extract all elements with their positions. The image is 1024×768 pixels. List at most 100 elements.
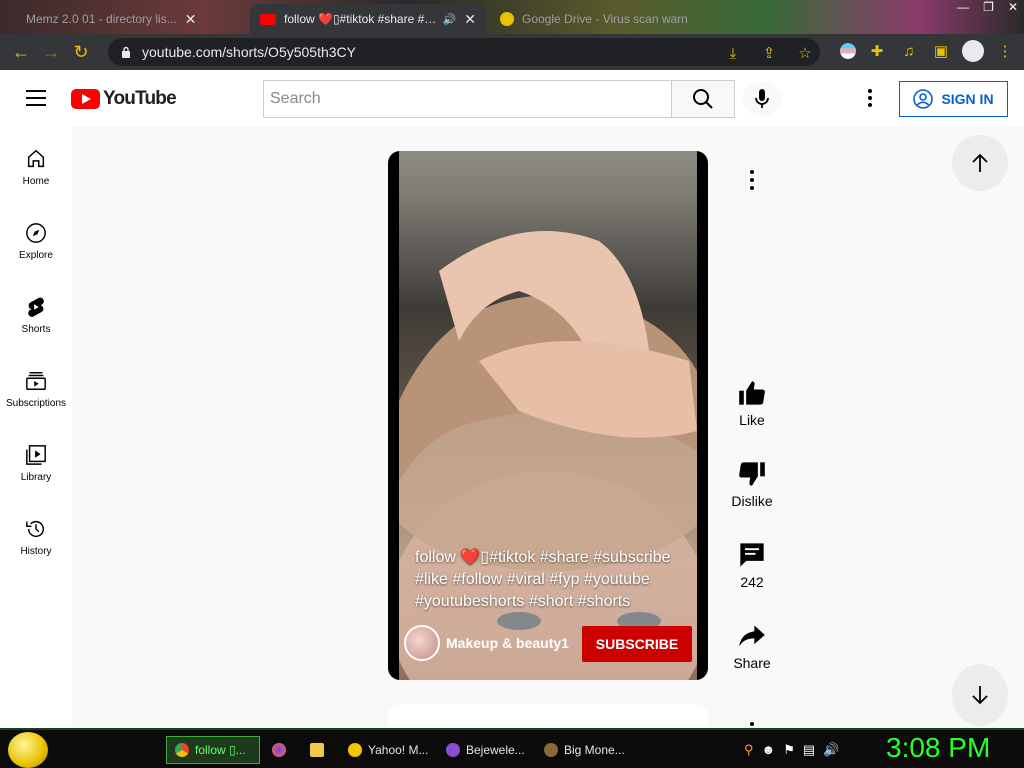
more-options-icon[interactable] [860,87,880,109]
taskbar-button[interactable]: Yahoo! M... [340,736,432,764]
hamburger-menu-icon[interactable] [26,90,46,106]
next-short-button[interactable] [952,664,1008,726]
search-button[interactable] [671,80,735,118]
taskbar-label: Yahoo! M... [368,743,429,757]
home-icon [27,149,45,168]
volume-icon[interactable]: 🔊 [823,742,839,758]
taskbar-clock[interactable]: 3:08 PM [886,732,990,764]
extension-icons: ✚ ♫ ▣ ⋮ [840,40,1016,62]
shorts-icon [28,297,44,317]
side-panel-icon[interactable]: ▣ [930,40,952,62]
forward-arrow-icon[interactable]: → [36,37,66,67]
comments-count: 242 [740,574,764,590]
channel-avatar[interactable] [404,625,440,661]
share-page-icon[interactable]: ⇪ [758,42,780,64]
thumbs-down-icon [739,462,765,486]
guide-item-shorts[interactable]: Shorts [0,280,72,354]
bejeweled-icon [446,743,460,757]
youtube-header: YouTube SIGN IN [0,70,1024,126]
start-smiley-icon[interactable] [8,732,48,768]
subscriptions-icon [26,372,46,390]
chrome-icon [175,743,189,757]
browser-menu-icon[interactable]: ⋮ [994,40,1016,62]
avatar[interactable] [962,40,984,62]
search-input[interactable] [270,90,671,108]
close-window-icon[interactable]: ✕ [1008,0,1018,14]
video-more-options-icon[interactable] [742,170,762,190]
youtube-play-icon [71,89,100,109]
close-tab-icon[interactable]: ✕ [464,11,476,28]
share-arrow-icon [739,625,765,647]
guide-item-history[interactable]: History [0,502,72,576]
channel-name[interactable]: Makeup & beauty1 [446,635,569,651]
reload-icon[interactable]: ↻ [66,37,96,67]
thumbs-up-icon [739,381,765,405]
youtube-favicon-icon [260,13,276,25]
youtube-logo[interactable]: YouTube [71,88,177,110]
account-circle-icon [913,89,934,109]
logo-wordmark: YouTube [103,88,177,109]
yahoo-messenger-icon [348,743,362,757]
video-frame[interactable]: follow ❤️▯#tiktok #share #subscribe #lik… [399,151,697,680]
browser-tab[interactable]: Memz 2.0 01 - directory lis... ✕ [16,4,248,34]
taskbar-label: Bejewele... [466,743,525,757]
share-button[interactable]: Share [726,623,778,671]
browser-toolbar: ← → ↻ youtube.com/shorts/O5y505th3CY ⤓ ⇪… [0,34,1024,70]
dislike-button[interactable]: Dislike [726,461,778,509]
extensions-puzzle-icon[interactable]: ✚ [866,40,888,62]
voice-search-button[interactable] [742,82,782,116]
install-app-icon[interactable]: ⤓ [722,42,744,64]
guide-label: Subscriptions [5,398,67,409]
video-caption: follow ❤️▯#tiktok #share #subscribe #lik… [415,549,671,610]
action-center-flag-icon[interactable]: ⚑ [783,742,795,758]
restore-icon[interactable]: ❐ [983,0,994,14]
close-tab-icon[interactable]: ✕ [185,11,197,28]
channel-info[interactable]: Makeup & beauty1 [404,625,569,661]
window-controls: — ❐ ✕ [957,0,1018,14]
like-button[interactable]: Like [726,380,778,428]
media-control-icon[interactable]: ♫ [898,40,920,62]
guide-label: History [20,546,52,557]
url-text: youtube.com/shorts/O5y505th3CY [142,44,357,60]
sign-in-label: SIGN IN [941,91,994,107]
back-arrow-icon[interactable]: ← [6,37,36,67]
omnibox-actions: ⤓ ⇪ ☆ [722,42,816,64]
taskbar-button[interactable]: Big Mone... [536,736,632,764]
network-icon[interactable]: ▤ [803,742,815,758]
system-tray: ⚲ ☻ ⚑ ▤ 🔊 [744,742,839,758]
sign-in-button[interactable]: SIGN IN [899,81,1008,117]
taskbar-button[interactable]: follow ▯... [166,736,260,764]
arrow-down-icon [972,686,988,705]
minimize-icon[interactable]: — [957,0,969,14]
browser-tab[interactable]: Google Drive - Virus scan warn [490,4,730,34]
taskbar-button[interactable]: Bejewele... [438,736,530,764]
guide-label: Shorts [21,324,51,335]
speaker-icon[interactable]: 🔊 [443,13,457,26]
google-drive-icon [500,12,514,26]
previous-short-button[interactable] [952,135,1008,191]
taskbar-label: follow ▯... [195,743,246,757]
taskbar-label: Big Mone... [564,743,625,757]
taskbar-button[interactable] [264,736,298,764]
profile-flag-icon[interactable] [840,43,856,59]
guide-label: Explore [19,250,53,261]
taskbar-button[interactable] [302,736,336,764]
comment-icon [740,543,764,567]
bookmark-star-icon[interactable]: ☆ [794,42,816,64]
compass-icon [26,223,46,243]
subscribe-button[interactable]: SUBSCRIBE [582,626,692,662]
messenger-tray-icon[interactable]: ☻ [762,742,776,758]
guide-item-home[interactable]: Home [0,132,72,206]
like-label: Like [739,412,765,428]
address-bar[interactable]: youtube.com/shorts/O5y505th3CY [108,38,820,66]
tab-title: Memz 2.0 01 - directory lis... [26,12,177,26]
search-tray-icon[interactable]: ⚲ [744,742,754,758]
shorts-player[interactable]: follow ❤️▯#tiktok #share #subscribe #lik… [388,151,708,680]
browser-tab-active[interactable]: follow ❤️▯#tiktok #share #s... 🔊 ✕ [250,4,486,34]
guide-item-subscriptions[interactable]: Subscriptions [0,354,72,428]
guide-item-library[interactable]: Library [0,428,72,502]
search-icon [693,89,713,109]
guide-item-explore[interactable]: Explore [0,206,72,280]
comments-button[interactable]: 242 [726,542,778,590]
search-box [263,80,672,118]
